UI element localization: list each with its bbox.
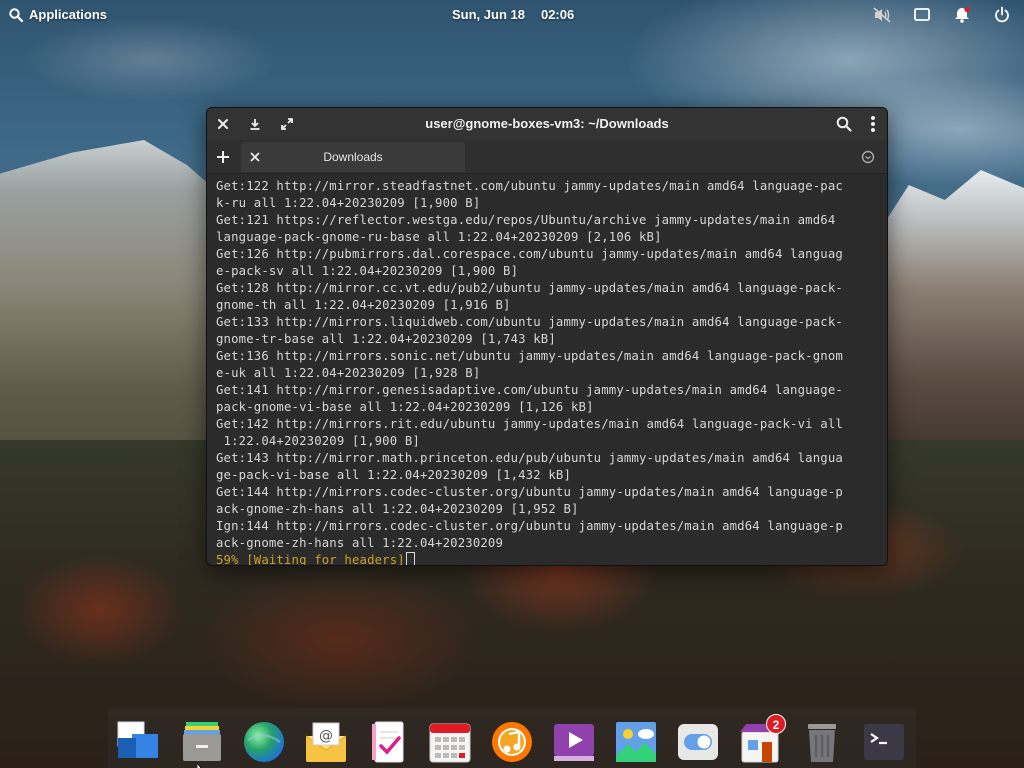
terminal-line: ge-pack-vi-base all 1:22.04+20230209 [1,… — [216, 468, 572, 482]
mountain-right — [880, 170, 1024, 470]
history-icon — [861, 150, 875, 164]
applications-label: Applications — [29, 7, 108, 22]
window-title: user@gnome-boxes-vm3: ~/Downloads — [425, 116, 669, 131]
terminal-line: Get:133 http://mirrors.liquidweb.com/ubu… — [216, 315, 843, 329]
multitasking-view-icon[interactable] — [116, 720, 160, 764]
tab-downloads[interactable]: Downloads — [241, 142, 465, 172]
text-cursor — [405, 552, 415, 565]
new-tab-button[interactable] — [213, 147, 233, 167]
applications-menu[interactable]: Applications — [9, 7, 107, 22]
settings-icon[interactable] — [676, 720, 720, 764]
search-button[interactable] — [834, 114, 854, 134]
files-icon[interactable] — [180, 720, 224, 764]
tab-history-button[interactable] — [858, 147, 878, 167]
terminal-line: e-uk all 1:22.04+20230209 [1,928 B] — [216, 366, 481, 380]
terminal-output[interactable]: Get:122 http://mirror.steadfastnet.com/u… — [207, 174, 887, 566]
system-indicators — [872, 5, 1012, 25]
terminal-line: Get:121 https://reflector.westga.edu/rep… — [216, 213, 836, 227]
terminal-line: Get:144 http://mirrors.codec-cluster.org… — [216, 485, 843, 499]
terminal-line: gnome-tr-base all 1:22.04+20230209 [1,74… — [216, 332, 556, 346]
terminal-line: Get:126 http://pubmirrors.dal.corespace.… — [216, 247, 843, 261]
notifications-icon[interactable] — [952, 5, 972, 25]
date-label: Sun, Jun 18 — [452, 7, 525, 22]
tab-label: Downloads — [323, 150, 383, 164]
time-label: 02:06 — [540, 7, 575, 22]
music-icon[interactable] — [490, 720, 534, 764]
top-panel: Applications Sun, Jun 18 02:06 — [0, 0, 1024, 30]
tasks-icon[interactable] — [366, 720, 410, 764]
terminal-status-line: 59% [Waiting for headers] — [216, 552, 879, 566]
tab-bar: Downloads — [207, 140, 887, 174]
terminal-line: pack-gnome-vi-base all 1:22.04+20230209 … — [216, 400, 594, 414]
search-icon — [9, 7, 23, 22]
terminal-icon[interactable] — [862, 720, 906, 764]
trash-icon[interactable] — [800, 720, 844, 764]
dock: @ 2 — [108, 708, 916, 768]
videos-icon[interactable] — [552, 720, 596, 764]
terminal-line: k-ru all 1:22.04+20230209 [1,900 B] — [216, 196, 481, 210]
mail-icon[interactable]: @ — [304, 720, 348, 764]
svg-text:@: @ — [319, 728, 333, 744]
terminal-line: Get:143 http://mirror.math.princeton.edu… — [216, 451, 843, 465]
mouse-pointer — [196, 760, 207, 768]
terminal-line: gnome-th all 1:22.04+20230209 [1,916 B] — [216, 298, 511, 312]
terminal-line: ack-gnome-zh-hans all 1:22.04+20230209 [… — [216, 502, 579, 516]
progress-status: 59% [Waiting for headers] — [216, 553, 405, 566]
terminal-line: Get:122 http://mirror.steadfastnet.com/u… — [216, 179, 843, 193]
terminal-line: Get:136 http://mirrors.sonic.net/ubuntu … — [216, 349, 843, 363]
menu-button[interactable] — [863, 114, 883, 134]
display-icon[interactable] — [912, 5, 932, 25]
appcenter-icon[interactable]: 2 — [738, 714, 786, 764]
calendar-icon[interactable] — [428, 720, 472, 764]
terminal-line: ack-gnome-zh-hans all 1:22.04+20230209 — [216, 536, 504, 550]
terminal-window: user@gnome-boxes-vm3: ~/Downloads Downlo… — [206, 107, 888, 566]
plus-icon — [217, 151, 229, 163]
terminal-line: Ign:144 http://mirrors.codec-cluster.org… — [216, 519, 843, 533]
terminal-line: language-pack-gnome-ru-base all 1:22.04+… — [216, 230, 662, 244]
power-icon[interactable] — [992, 5, 1012, 25]
datetime-indicator[interactable]: Sun, Jun 18 02:06 — [452, 7, 574, 22]
titlebar: user@gnome-boxes-vm3: ~/Downloads — [207, 108, 887, 140]
update-badge: 2 — [766, 714, 786, 734]
search-icon — [836, 116, 852, 132]
more-menu-icon — [871, 116, 875, 132]
terminal-line: Get:128 http://mirror.cc.vt.edu/pub2/ubu… — [216, 281, 843, 295]
terminal-line: e-pack-sv all 1:22.04+20230209 [1,900 B] — [216, 264, 519, 278]
photos-icon[interactable] — [614, 720, 658, 764]
web-browser-icon[interactable] — [242, 720, 286, 764]
audio-muted-icon[interactable] — [872, 5, 892, 25]
terminal-line: Get:142 http://mirrors.rit.edu/ubuntu ja… — [216, 417, 843, 431]
terminal-line: Get:141 http://mirror.genesisadaptive.co… — [216, 383, 843, 397]
terminal-line: 1:22.04+20230209 [1,900 B] — [216, 434, 420, 448]
